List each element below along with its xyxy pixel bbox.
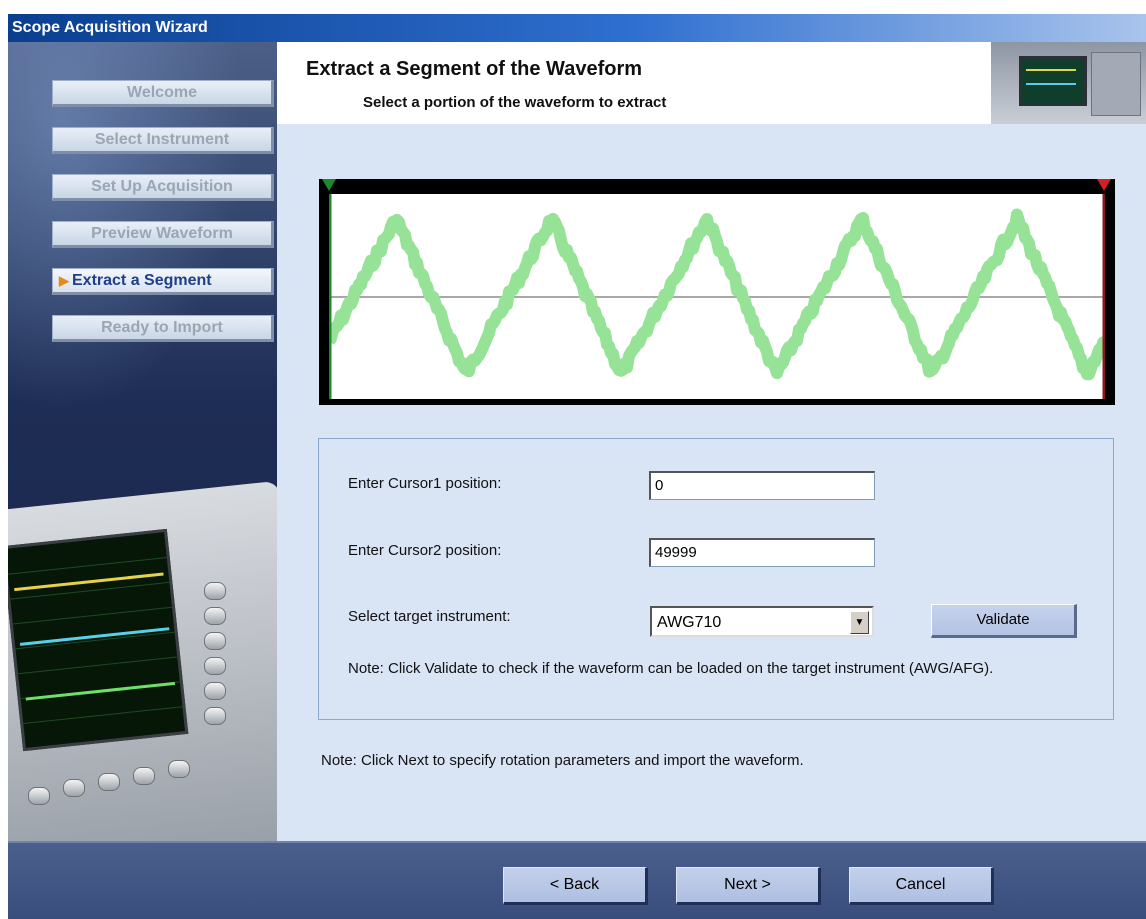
title-bar: Scope Acquisition Wizard xyxy=(8,14,1146,42)
nav-item-extract-segment[interactable]: ▶ Extract a Segment xyxy=(52,268,274,295)
cursor2-input[interactable]: 49999 xyxy=(649,538,875,567)
scope-knob xyxy=(133,767,155,785)
waveform-svg xyxy=(324,194,1109,399)
nav-item-ready-to-import[interactable]: Ready to Import xyxy=(52,315,274,342)
nav-item-welcome[interactable]: Welcome xyxy=(52,80,274,107)
nav-item-select-instrument[interactable]: Select Instrument xyxy=(52,127,274,154)
cursor1-input[interactable]: 0 xyxy=(649,471,875,500)
target-instrument-value: AWG710 xyxy=(657,614,722,631)
page-subtitle: Select a portion of the waveform to extr… xyxy=(363,94,667,111)
scope-trace-yellow xyxy=(14,572,164,592)
waveform-plot xyxy=(324,194,1109,399)
scope-knob xyxy=(204,682,226,700)
nav-item-preview-waveform[interactable]: Preview Waveform xyxy=(52,221,274,248)
next-button[interactable]: Next > xyxy=(676,867,821,905)
scope-knob xyxy=(204,607,226,625)
cancel-button[interactable]: Cancel xyxy=(849,867,994,905)
waveform-display[interactable] xyxy=(319,179,1115,405)
instrument-thumbnail xyxy=(991,42,1146,124)
scope-knob xyxy=(168,760,190,778)
cursor2-marker-icon[interactable] xyxy=(1097,179,1111,191)
target-instrument-select[interactable]: AWG710 ▼ xyxy=(650,606,874,637)
dropdown-arrow-icon[interactable]: ▼ xyxy=(850,611,869,634)
oscilloscope-screen xyxy=(8,528,189,752)
validate-note: Note: Click Validate to check if the wav… xyxy=(348,660,994,677)
oscilloscope-illustration xyxy=(8,467,277,841)
scope-knob xyxy=(98,773,120,791)
scope-trace-cyan xyxy=(19,627,170,646)
wizard-sidebar: Welcome Select Instrument Set Up Acquisi… xyxy=(8,42,277,841)
scope-knob xyxy=(204,582,226,600)
back-button[interactable]: < Back xyxy=(503,867,648,905)
validate-button[interactable]: Validate xyxy=(931,604,1077,638)
window-title: Scope Acquisition Wizard xyxy=(12,19,208,36)
scope-knob xyxy=(204,632,226,650)
scope-knob xyxy=(204,707,226,725)
wizard-header: Extract a Segment of the Waveform Select… xyxy=(277,42,1146,124)
target-instrument-label: Select target instrument: xyxy=(348,608,511,625)
cursor1-label: Enter Cursor1 position: xyxy=(348,475,502,492)
scope-knob xyxy=(28,787,50,805)
nav-item-set-up-acquisition[interactable]: Set Up Acquisition xyxy=(52,174,274,201)
waveform-trace xyxy=(324,208,1109,381)
current-step-arrow-icon: ▶ xyxy=(59,273,69,288)
cursor1-marker-icon[interactable] xyxy=(322,179,336,191)
next-note: Note: Click Next to specify rotation par… xyxy=(321,752,804,769)
nav-item-extract-segment-label: Extract a Segment xyxy=(72,272,212,289)
scope-knob xyxy=(204,657,226,675)
scope-knob xyxy=(63,779,85,797)
page-title: Extract a Segment of the Waveform xyxy=(306,58,643,80)
cursor2-label: Enter Cursor2 position: xyxy=(348,542,502,559)
scope-trace-green xyxy=(25,681,176,701)
